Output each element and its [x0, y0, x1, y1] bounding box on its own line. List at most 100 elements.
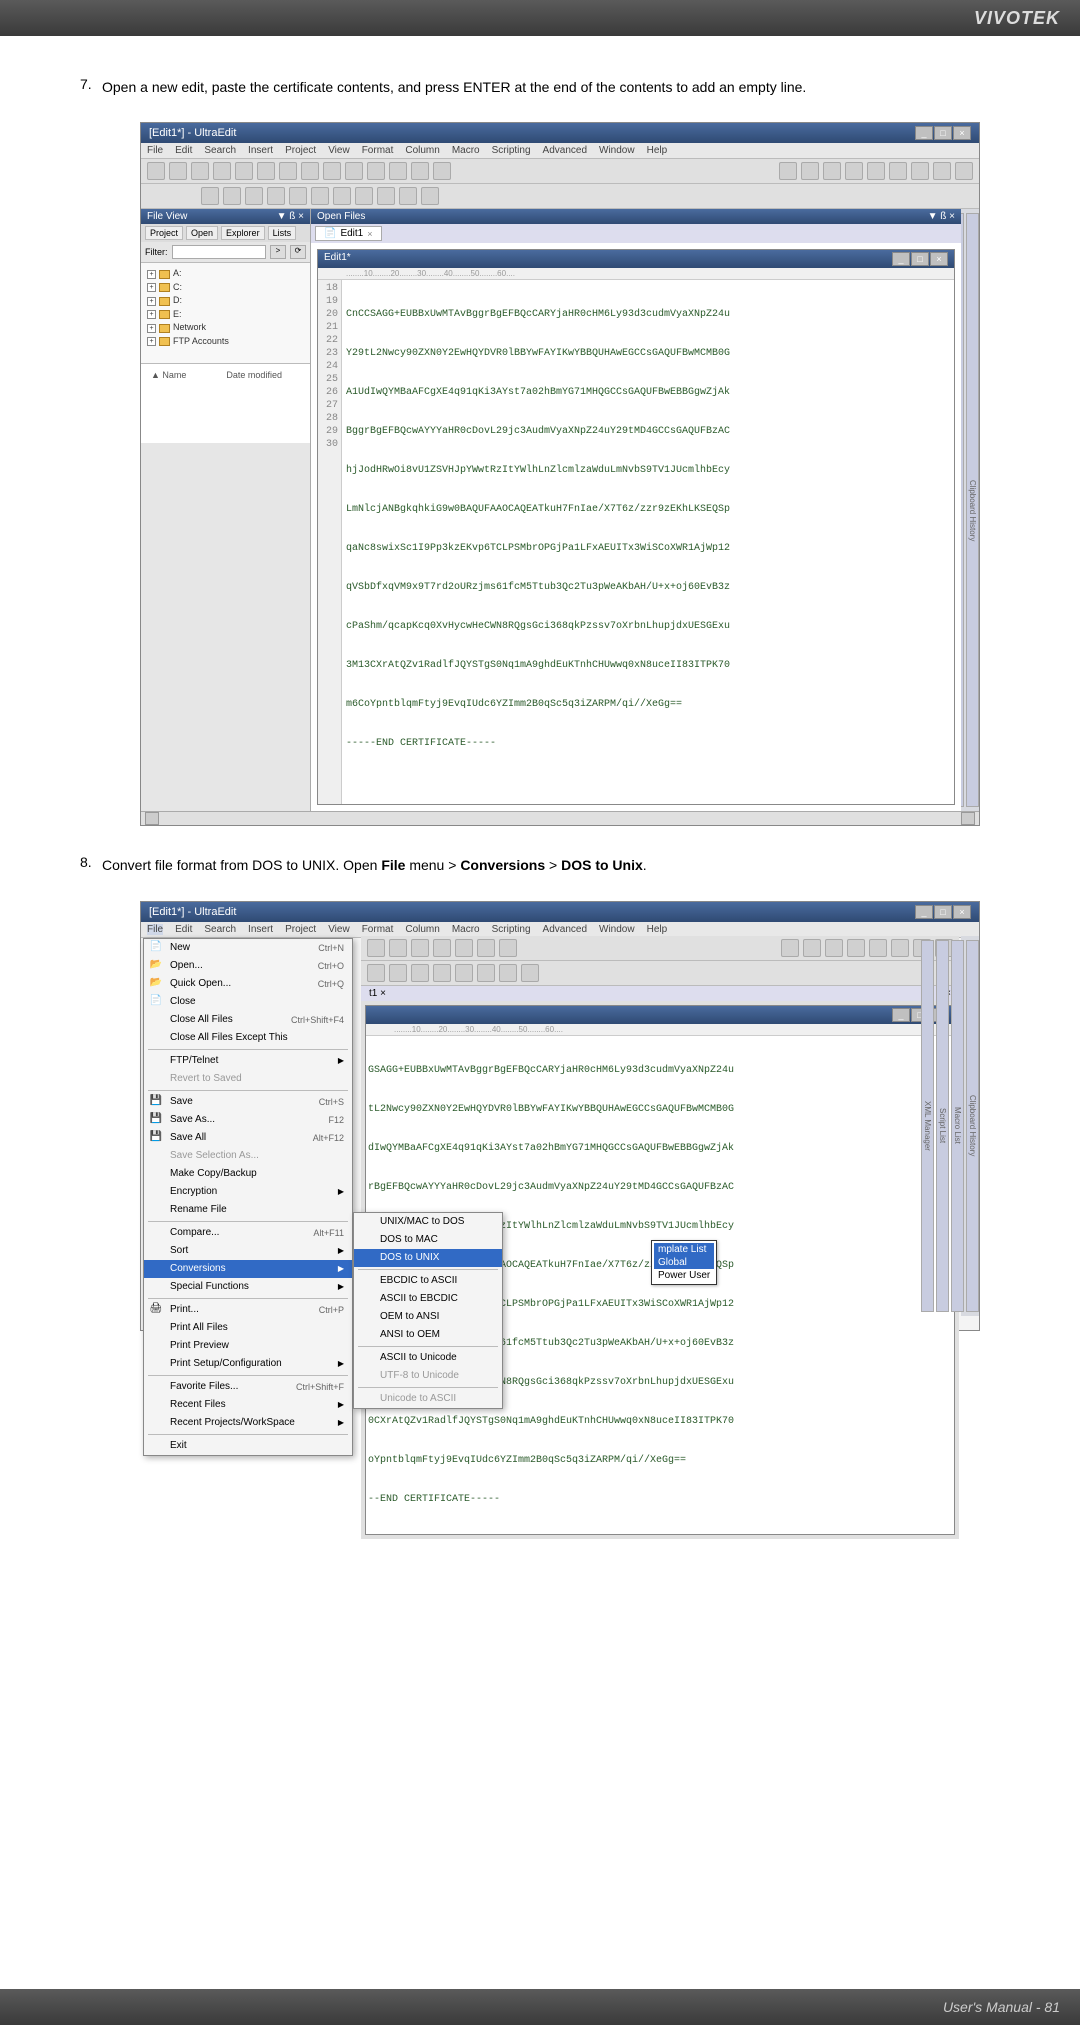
- toolbar-button[interactable]: [169, 162, 187, 180]
- submenu-item[interactable]: DOS to MAC: [354, 1231, 502, 1249]
- menu-item[interactable]: 📄NewCtrl+N: [144, 939, 352, 957]
- menu-item[interactable]: Advanced: [543, 924, 587, 935]
- menu-item[interactable]: Sort▶: [144, 1242, 352, 1260]
- toolbar-button[interactable]: [399, 187, 417, 205]
- tree-item[interactable]: +Network: [147, 321, 304, 335]
- menu-item[interactable]: Print Preview: [144, 1337, 352, 1355]
- menu-item[interactable]: Scripting: [492, 145, 531, 156]
- toolbar-button[interactable]: [911, 162, 929, 180]
- right-tab[interactable]: XML Manager: [921, 940, 934, 1312]
- submenu-item[interactable]: UNIX/MAC to DOS: [354, 1213, 502, 1231]
- toolbar-button[interactable]: [389, 939, 407, 957]
- menu-item[interactable]: Advanced: [543, 145, 587, 156]
- menu-item[interactable]: Column: [405, 145, 439, 156]
- expand-icon[interactable]: +: [147, 297, 156, 306]
- toolbar-button[interactable]: [213, 162, 231, 180]
- tree-item[interactable]: +A:: [147, 267, 304, 281]
- toolbar-button[interactable]: [779, 162, 797, 180]
- scroll-right-icon[interactable]: [961, 812, 975, 825]
- menu-item[interactable]: Format: [362, 145, 394, 156]
- toolbar-button[interactable]: [411, 964, 429, 982]
- toolbar-button[interactable]: [147, 162, 165, 180]
- popup-item[interactable]: Power User: [654, 1269, 714, 1282]
- submenu-item[interactable]: ANSI to OEM: [354, 1326, 502, 1344]
- toolbar-button[interactable]: [781, 939, 799, 957]
- menu-item[interactable]: Search: [204, 924, 236, 935]
- toolbar-button[interactable]: [257, 162, 275, 180]
- toolbar-button[interactable]: [411, 939, 429, 957]
- toolbar-button[interactable]: [825, 939, 843, 957]
- toolbar-button[interactable]: [433, 939, 451, 957]
- scroll-left-icon[interactable]: [145, 812, 159, 825]
- toolbar-button[interactable]: [477, 939, 495, 957]
- go-button[interactable]: >: [270, 245, 286, 259]
- toolbar-button[interactable]: [301, 162, 319, 180]
- toolbar-button[interactable]: [333, 187, 351, 205]
- maximize-button[interactable]: □: [911, 252, 929, 266]
- toolbar-button[interactable]: [889, 162, 907, 180]
- toolbar-button[interactable]: [267, 187, 285, 205]
- toolbar-button[interactable]: [377, 187, 395, 205]
- toolbar-button[interactable]: [455, 939, 473, 957]
- toolbar-button[interactable]: [499, 964, 517, 982]
- menu-item[interactable]: Close All Files Except This: [144, 1029, 352, 1047]
- expand-icon[interactable]: +: [147, 310, 156, 319]
- menu-item[interactable]: Print Setup/Configuration▶: [144, 1355, 352, 1373]
- menu-item[interactable]: Rename File: [144, 1201, 352, 1219]
- minimize-button[interactable]: _: [915, 905, 933, 919]
- toolbar-button[interactable]: [955, 162, 973, 180]
- tree-item[interactable]: +E:: [147, 308, 304, 322]
- menu-item[interactable]: 📂Open...Ctrl+O: [144, 957, 352, 975]
- menu-item[interactable]: Format: [362, 924, 394, 935]
- tab-close-icon[interactable]: ×: [367, 229, 372, 239]
- right-tab[interactable]: Clipboard History: [966, 213, 979, 807]
- side-tab[interactable]: Open: [186, 226, 218, 240]
- menu-item[interactable]: 📂Quick Open...Ctrl+Q: [144, 975, 352, 993]
- menu-item[interactable]: FTP/Telnet▶: [144, 1052, 352, 1070]
- menu-item[interactable]: 📄Close: [144, 993, 352, 1011]
- menu-item[interactable]: Insert: [248, 924, 273, 935]
- tab-close-icon[interactable]: ×: [380, 988, 386, 999]
- menu-item[interactable]: Make Copy/Backup: [144, 1165, 352, 1183]
- menu-item[interactable]: Window: [599, 924, 635, 935]
- menu-item[interactable]: Column: [405, 924, 439, 935]
- toolbar-button[interactable]: [433, 162, 451, 180]
- menu-item[interactable]: 💾Save As...F12: [144, 1111, 352, 1129]
- menu-item[interactable]: Edit: [175, 145, 192, 156]
- toolbar-button[interactable]: [367, 964, 385, 982]
- minimize-button[interactable]: _: [892, 1008, 910, 1022]
- toolbar-button[interactable]: [323, 162, 341, 180]
- menu-item[interactable]: Recent Projects/WorkSpace▶: [144, 1414, 352, 1432]
- toolbar-button[interactable]: [421, 187, 439, 205]
- tree-item[interactable]: +FTP Accounts: [147, 335, 304, 349]
- expand-icon[interactable]: +: [147, 324, 156, 333]
- menu-item[interactable]: Print All Files: [144, 1319, 352, 1337]
- toolbar-button[interactable]: [847, 939, 865, 957]
- toolbar-button[interactable]: [235, 162, 253, 180]
- expand-icon[interactable]: +: [147, 337, 156, 346]
- toolbar-button[interactable]: [845, 162, 863, 180]
- menu-item[interactable]: Search: [204, 145, 236, 156]
- col-date[interactable]: Date modified: [226, 370, 282, 380]
- toolbar-button[interactable]: [869, 939, 887, 957]
- maximize-button[interactable]: □: [934, 126, 952, 140]
- toolbar-button[interactable]: [345, 162, 363, 180]
- side-tab[interactable]: Lists: [268, 226, 297, 240]
- tree-item[interactable]: +C:: [147, 281, 304, 295]
- submenu-item[interactable]: ASCII to EBCDIC: [354, 1290, 502, 1308]
- menu-item[interactable]: Exit: [144, 1437, 352, 1455]
- toolbar-button[interactable]: [477, 964, 495, 982]
- close-button[interactable]: ×: [953, 126, 971, 140]
- menu-item[interactable]: Macro: [452, 924, 480, 935]
- toolbar-button[interactable]: [867, 162, 885, 180]
- toolbar-button[interactable]: [355, 187, 373, 205]
- toolbar-button[interactable]: [279, 162, 297, 180]
- toolbar-button[interactable]: [389, 964, 407, 982]
- menu-item[interactable]: File: [147, 924, 163, 935]
- menu-item[interactable]: 💾Save AllAlt+F12: [144, 1129, 352, 1147]
- menu-item[interactable]: Close All FilesCtrl+Shift+F4: [144, 1011, 352, 1029]
- menu-item[interactable]: Window: [599, 145, 635, 156]
- toolbar-button[interactable]: [455, 964, 473, 982]
- menu-item[interactable]: Conversions▶: [144, 1260, 352, 1278]
- toolbar-button[interactable]: [223, 187, 241, 205]
